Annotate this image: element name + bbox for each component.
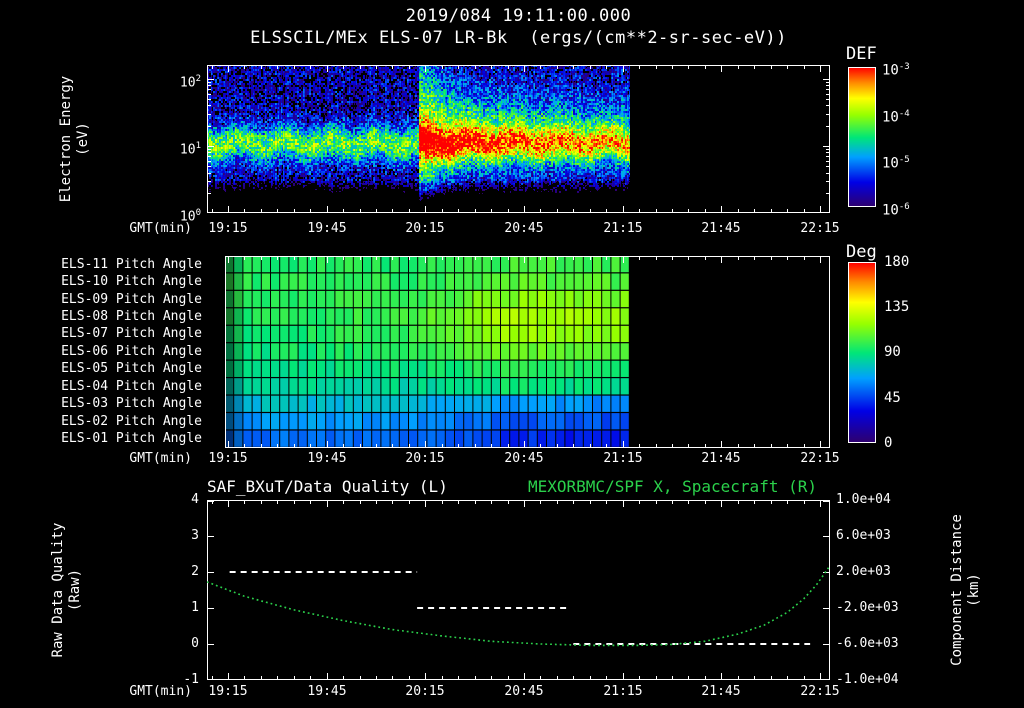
x-tick-label: 21:45: [691, 221, 751, 237]
row-label-els-11: ELS-11 Pitch Angle: [36, 257, 202, 272]
x-tick-label: 20:45: [494, 684, 554, 700]
page-title-datetime: 2019/084 19:11:00.000: [207, 6, 830, 26]
deg-colorbar-tick: 45: [884, 390, 901, 406]
deg-colorbar-tick: 135: [884, 299, 909, 315]
right-y-tick-label: 6.0e+03: [836, 528, 908, 544]
spectrogram-y-axis-label: Electron Energy (eV): [58, 29, 92, 249]
deg-colorbar-tick: 0: [884, 435, 892, 451]
def-colorbar-title: DEF: [846, 44, 877, 64]
row-label-els-04: ELS-04 Pitch Angle: [36, 379, 202, 394]
row-label-els-08: ELS-08 Pitch Angle: [36, 309, 202, 324]
deg-colorbar: [848, 262, 876, 443]
row-label-els-01: ELS-01 Pitch Angle: [36, 431, 202, 446]
x-tick-label: 19:15: [198, 684, 258, 700]
electron-energy-spectrogram: [207, 65, 830, 213]
row-label-els-10: ELS-10 Pitch Angle: [36, 274, 202, 289]
gmt-axis-label: GMT(min): [98, 684, 192, 700]
x-tick-label: 20:15: [395, 451, 455, 467]
y-tick-label: 101: [147, 138, 201, 158]
x-tick-label: 19:15: [198, 451, 258, 467]
quality-distance-plot: [207, 500, 830, 680]
x-tick-label: 20:45: [494, 451, 554, 467]
deg-colorbar-title: Deg: [846, 242, 877, 262]
deg-colorbar-tick: 180: [884, 254, 909, 270]
left-y-tick-label: 2: [149, 564, 199, 580]
quality-series-title: SAF_BXuT/Data Quality (L): [207, 477, 448, 496]
x-tick-label: 21:15: [593, 221, 653, 237]
row-label-els-05: ELS-05 Pitch Angle: [36, 361, 202, 376]
deg-colorbar-tick: 90: [884, 344, 901, 360]
x-tick-label: 21:15: [593, 451, 653, 467]
x-tick-label: 19:45: [297, 451, 357, 467]
left-y-tick-label: 0: [149, 636, 199, 652]
left-y-axis-label: Raw Data Quality (Raw): [50, 480, 84, 700]
row-label-els-02: ELS-02 Pitch Angle: [36, 414, 202, 429]
els-data-display: 2019/084 19:11:00.000 ELSSCIL/MEx ELS-07…: [0, 0, 1024, 708]
right-y-tick-label: 2.0e+03: [836, 564, 908, 580]
x-tick-label: 20:45: [494, 221, 554, 237]
gmt-axis-label: GMT(min): [98, 221, 192, 237]
x-tick-label: 22:15: [790, 221, 850, 237]
def-colorbar: [848, 67, 876, 207]
x-tick-label: 19:45: [297, 684, 357, 700]
gmt-axis-label: GMT(min): [98, 451, 192, 467]
right-y-tick-label: -2.0e+03: [836, 600, 908, 616]
right-y-axis-label: Component Distance (km): [949, 480, 983, 700]
left-y-tick-label: 3: [149, 528, 199, 544]
x-tick-label: 21:45: [691, 451, 751, 467]
distance-series-title: MEXORBMC/SPF X, Spacecraft (R): [528, 477, 817, 496]
x-tick-label: 19:45: [297, 221, 357, 237]
right-y-tick-label: -6.0e+03: [836, 636, 908, 652]
def-colorbar-tick: 10-3: [882, 59, 910, 79]
def-colorbar-tick: 10-4: [882, 106, 910, 126]
x-tick-label: 19:15: [198, 221, 258, 237]
x-tick-label: 21:45: [691, 684, 751, 700]
left-y-tick-label: 1: [149, 600, 199, 616]
right-y-tick-label: 1.0e+04: [836, 492, 908, 508]
row-label-els-03: ELS-03 Pitch Angle: [36, 396, 202, 411]
x-tick-label: 20:15: [395, 684, 455, 700]
row-label-els-07: ELS-07 Pitch Angle: [36, 326, 202, 341]
y-tick-label: 102: [147, 71, 201, 91]
pitch-angle-heatmap: [225, 256, 830, 448]
def-colorbar-tick: 10-6: [882, 199, 910, 219]
x-tick-label: 22:15: [790, 451, 850, 467]
x-tick-label: 20:15: [395, 221, 455, 237]
page-title-instrument: ELSSCIL/MEx ELS-07 LR-Bk (ergs/(cm**2-sr…: [107, 28, 930, 48]
left-y-tick-label: 4: [149, 492, 199, 508]
x-tick-label: 21:15: [593, 684, 653, 700]
row-label-els-06: ELS-06 Pitch Angle: [36, 344, 202, 359]
x-tick-label: 22:15: [790, 684, 850, 700]
def-colorbar-tick: 10-5: [882, 152, 910, 172]
row-label-els-09: ELS-09 Pitch Angle: [36, 292, 202, 307]
